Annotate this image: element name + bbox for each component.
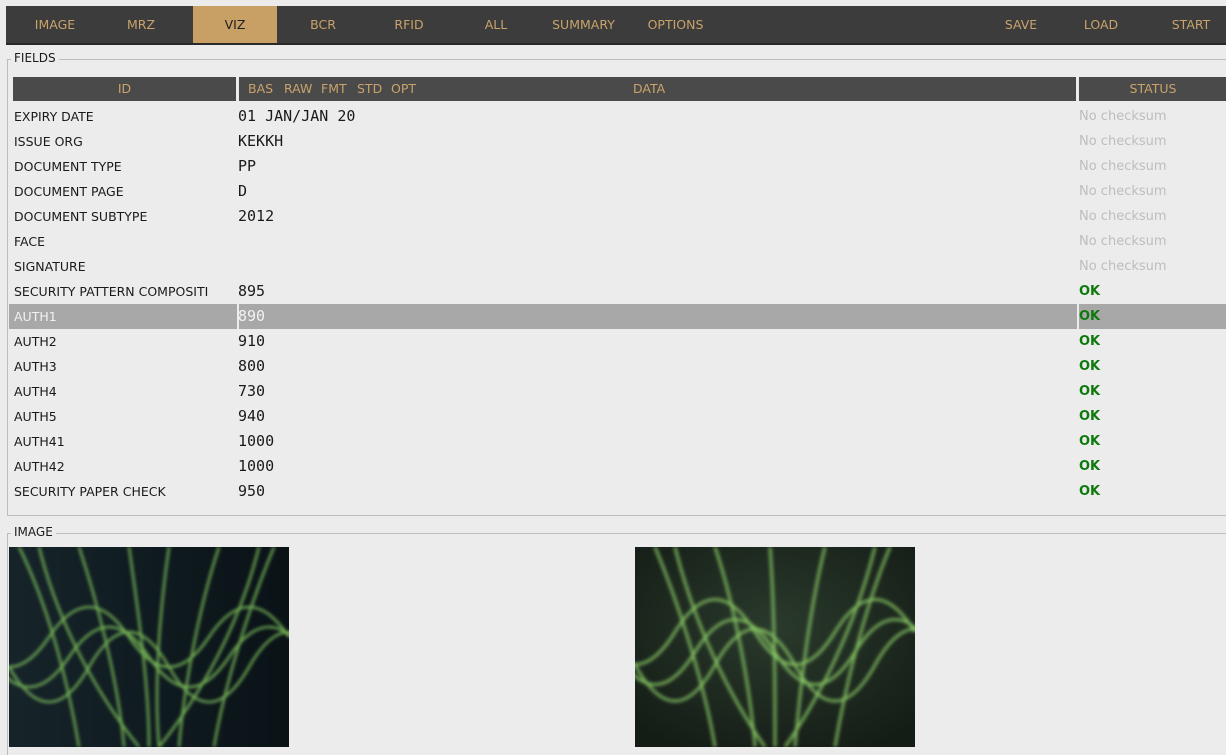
- top-tab-bar: IMAGE MRZ VIZ BCR RFID ALL SUMMARY OPTIO…: [6, 6, 1226, 45]
- field-id-cell: SECURITY PAPER CHECK: [14, 484, 166, 499]
- security-pattern-image-1: [9, 547, 289, 747]
- table-row[interactable]: DOCUMENT SUBTYPE 2012 No checksum: [9, 204, 1226, 229]
- field-id-cell: SIGNATURE: [14, 259, 86, 274]
- field-id-cell: AUTH4: [14, 384, 57, 399]
- tab-rfid[interactable]: RFID: [384, 6, 434, 43]
- field-status-cell: No checksum: [1079, 234, 1167, 249]
- field-status-cell: No checksum: [1079, 159, 1167, 174]
- table-row[interactable]: SIGNATURE No checksum: [9, 254, 1226, 279]
- security-pattern-image-1-graphic: [9, 547, 289, 747]
- security-pattern-image-2-graphic: [635, 547, 915, 747]
- field-data-cell: 01 JAN/JAN 20: [238, 107, 356, 125]
- header-fmt[interactable]: FMT: [321, 77, 347, 101]
- tab-all[interactable]: ALL: [476, 6, 516, 43]
- table-row[interactable]: EXPIRY DATE 01 JAN/JAN 20 No checksum: [9, 104, 1226, 129]
- field-id-cell: AUTH1: [14, 309, 57, 324]
- image-group-title: IMAGE: [11, 525, 56, 539]
- table-row[interactable]: DOCUMENT TYPE PP No checksum: [9, 154, 1226, 179]
- field-id-cell: AUTH5: [14, 409, 57, 424]
- tab-mrz[interactable]: MRZ: [116, 6, 166, 43]
- field-status-cell: OK: [1079, 459, 1101, 474]
- tab-options[interactable]: OPTIONS: [638, 6, 713, 43]
- field-status-cell: OK: [1079, 409, 1101, 424]
- field-status-cell: No checksum: [1079, 184, 1167, 199]
- header-status[interactable]: STATUS: [1079, 77, 1226, 101]
- header-raw[interactable]: RAW: [284, 77, 312, 101]
- table-row[interactable]: AUTH1 890 OK: [9, 304, 1226, 329]
- field-status-cell: OK: [1079, 384, 1101, 399]
- field-data-cell: 950: [238, 482, 266, 500]
- security-pattern-image-2: [635, 547, 915, 747]
- tab-image[interactable]: IMAGE: [20, 6, 90, 43]
- field-data-cell: 800: [238, 357, 266, 375]
- field-id-cell: AUTH2: [14, 334, 57, 349]
- start-button[interactable]: START: [1166, 6, 1216, 43]
- tab-bcr[interactable]: BCR: [298, 6, 348, 43]
- header-id[interactable]: ID: [13, 77, 236, 101]
- header-bas[interactable]: BAS: [248, 77, 273, 101]
- table-row[interactable]: DOCUMENT PAGE D No checksum: [9, 179, 1226, 204]
- table-row[interactable]: AUTH3 800 OK: [9, 354, 1226, 379]
- field-status-cell: No checksum: [1079, 134, 1167, 149]
- field-data-cell: KEKKH: [238, 132, 284, 150]
- header-data[interactable]: DATA: [633, 77, 665, 101]
- field-status-cell: OK: [1079, 309, 1101, 324]
- table-row[interactable]: ISSUE ORG KEKKH No checksum: [9, 129, 1226, 154]
- table-row[interactable]: AUTH2 910 OK: [9, 329, 1226, 354]
- field-data-cell: 940: [238, 407, 266, 425]
- field-status-cell: OK: [1079, 484, 1101, 499]
- tab-viz[interactable]: VIZ: [193, 6, 277, 43]
- header-divider: [236, 77, 239, 101]
- field-data-cell: PP: [238, 157, 257, 175]
- field-data-cell: 1000: [238, 432, 275, 450]
- table-row[interactable]: SECURITY PATTERN COMPOSITI 895 OK: [9, 279, 1226, 304]
- field-id-cell: SECURITY PATTERN COMPOSITI: [14, 284, 209, 299]
- table-row[interactable]: AUTH4 730 OK: [9, 379, 1226, 404]
- header-std[interactable]: STD: [357, 77, 382, 101]
- field-id-cell: DOCUMENT PAGE: [14, 184, 124, 199]
- table-row[interactable]: AUTH41 1000 OK: [9, 429, 1226, 454]
- field-id-cell: ISSUE ORG: [14, 134, 83, 149]
- field-id-cell: DOCUMENT TYPE: [14, 159, 122, 174]
- field-id-cell: EXPIRY DATE: [14, 109, 94, 124]
- tab-summary[interactable]: SUMMARY: [546, 6, 621, 43]
- field-data-cell: 910: [238, 332, 266, 350]
- field-status-cell: No checksum: [1079, 209, 1167, 224]
- fields-group: FIELDS ID BAS RAW FMT STD OPT DATA STATU…: [7, 51, 1226, 516]
- field-status-cell: No checksum: [1079, 259, 1167, 274]
- field-id-cell: DOCUMENT SUBTYPE: [14, 209, 148, 224]
- field-data-cell: D: [238, 182, 248, 200]
- field-data-cell: 2012: [238, 207, 275, 225]
- header-opt[interactable]: OPT: [391, 77, 416, 101]
- field-id-cell: AUTH3: [14, 359, 57, 374]
- table-row[interactable]: AUTH42 1000 OK: [9, 454, 1226, 479]
- field-id-cell: AUTH41: [14, 434, 65, 449]
- field-status-cell: OK: [1079, 284, 1101, 299]
- field-data-cell: 1000: [238, 457, 275, 475]
- field-status-cell: OK: [1079, 434, 1101, 449]
- field-status-cell: OK: [1079, 359, 1101, 374]
- field-data-cell: 730: [238, 382, 266, 400]
- image-group: IMAGE: [7, 525, 1226, 755]
- field-id-cell: AUTH42: [14, 459, 65, 474]
- fields-table-header: ID BAS RAW FMT STD OPT DATA STATUS: [13, 77, 1226, 101]
- field-id-cell: FACE: [14, 234, 45, 249]
- field-data-cell: 890: [238, 307, 266, 325]
- table-row[interactable]: AUTH5 940 OK: [9, 404, 1226, 429]
- table-row[interactable]: SECURITY PAPER CHECK 950 OK: [9, 479, 1226, 504]
- field-status-cell: OK: [1079, 334, 1101, 349]
- save-button[interactable]: SAVE: [996, 6, 1046, 43]
- field-status-cell: No checksum: [1079, 109, 1167, 124]
- table-row[interactable]: FACE No checksum: [9, 229, 1226, 254]
- field-data-cell: 895: [238, 282, 266, 300]
- load-button[interactable]: LOAD: [1076, 6, 1126, 43]
- fields-group-title: FIELDS: [11, 51, 59, 65]
